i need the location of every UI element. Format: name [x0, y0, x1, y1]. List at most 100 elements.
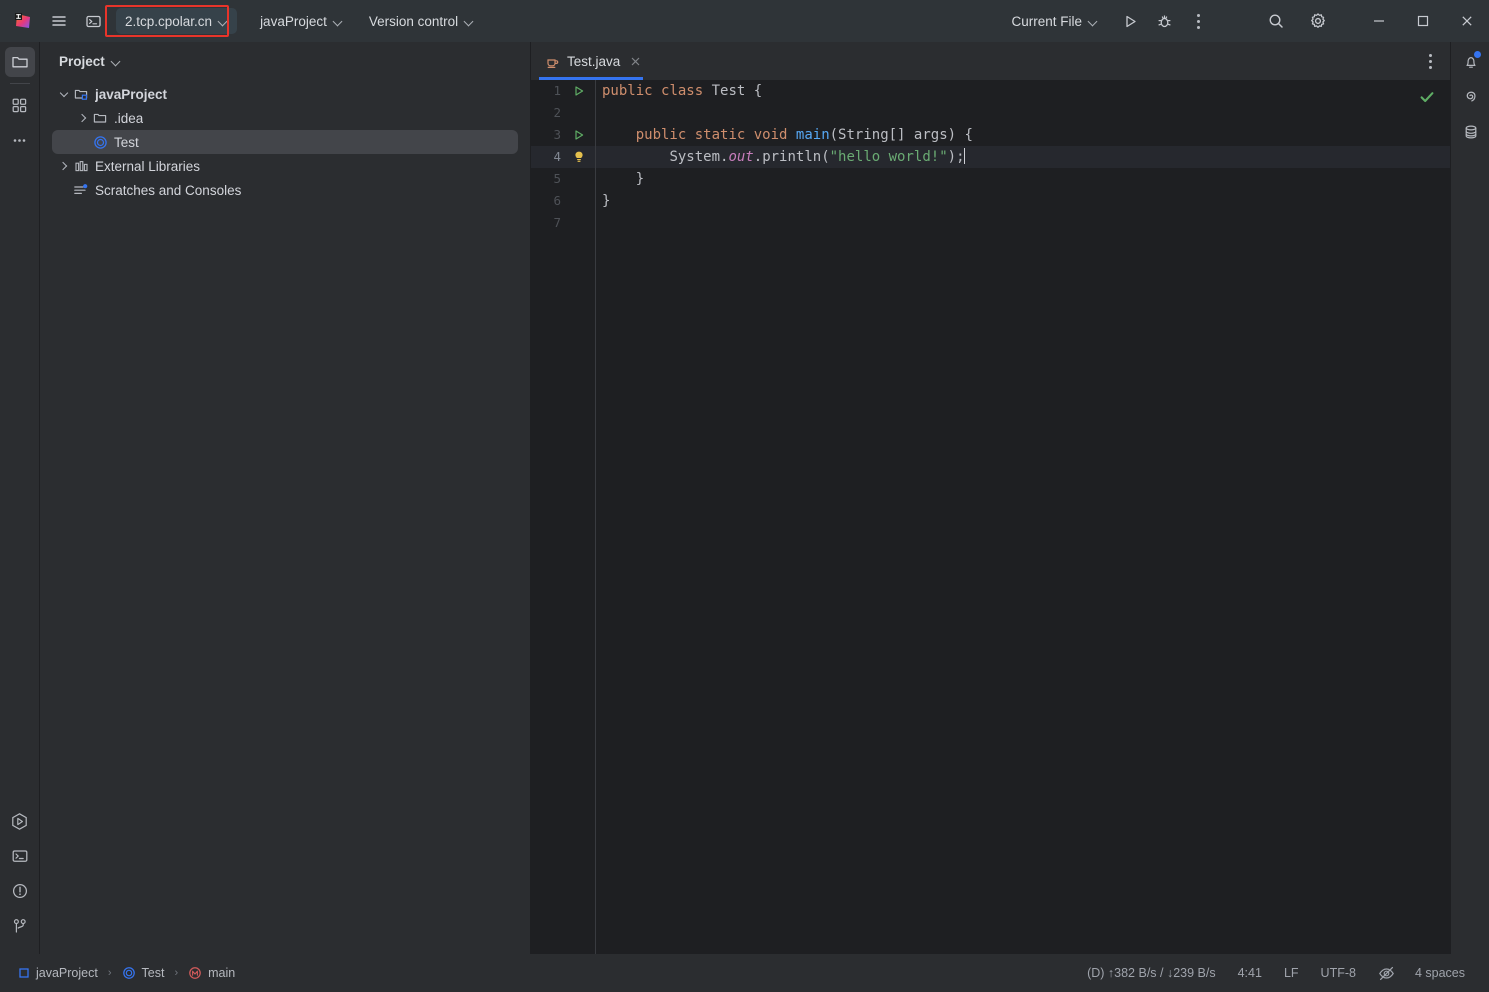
- network-speed-indicator[interactable]: (D) ↑382 B/s / ↓239 B/s: [1079, 963, 1224, 983]
- line-number: 4: [539, 146, 561, 168]
- more-vertical-icon[interactable]: [1418, 49, 1442, 73]
- left-tool-stripe: [0, 42, 40, 954]
- host-chip[interactable]: 2.tcp.cpolar.cn: [116, 8, 237, 34]
- run-gutter-icon[interactable]: [569, 124, 589, 146]
- line-separator[interactable]: LF: [1276, 963, 1307, 983]
- dot: .: [754, 149, 762, 165]
- hamburger-menu-icon[interactable]: [42, 6, 76, 36]
- project-chip-label: javaProject: [260, 14, 327, 29]
- run-configuration-selector[interactable]: Current File: [1002, 8, 1107, 34]
- gutter-line-1: 1: [531, 80, 595, 102]
- string-literal: "hello world!": [830, 149, 948, 165]
- file-encoding[interactable]: UTF-8: [1313, 963, 1364, 983]
- project-view-selector[interactable]: Project: [54, 50, 126, 72]
- call-println: println(: [762, 149, 829, 165]
- sidebar-item-ai-assistant[interactable]: [1456, 82, 1486, 112]
- reader-mode-off-icon[interactable]: [1372, 962, 1401, 985]
- tree-node-javaproject[interactable]: javaProject: [52, 82, 518, 106]
- run-play-icon[interactable]: [1113, 6, 1147, 36]
- libraries-icon: [72, 158, 90, 174]
- caret-position[interactable]: 4:41: [1230, 963, 1270, 983]
- left-stripe-bottom-group: [0, 801, 39, 946]
- project-chip[interactable]: javaProject: [251, 8, 352, 34]
- tree-node-label: Scratches and Consoles: [95, 183, 241, 198]
- tree-node-label: javaProject: [95, 87, 167, 102]
- indent-setting[interactable]: 4 spaces: [1407, 963, 1473, 983]
- chevron-right-icon[interactable]: [75, 110, 91, 126]
- sidebar-item-database[interactable]: [1456, 117, 1486, 147]
- code-line-2: [596, 102, 1450, 124]
- chevron-down-icon: [465, 17, 474, 26]
- tree-node-label: Test: [114, 135, 139, 150]
- tree-node-test[interactable]: Test: [52, 130, 518, 154]
- close-icon[interactable]: [627, 53, 643, 69]
- search-icon[interactable]: [1259, 6, 1293, 36]
- breadcrumb-item-main[interactable]: main: [184, 964, 239, 982]
- keyword-class: class: [661, 83, 703, 99]
- title-bar-left: 2.tcp.cpolar.cn javaProject Version cont…: [8, 6, 483, 36]
- title-bar: 2.tcp.cpolar.cn javaProject Version cont…: [0, 0, 1489, 42]
- right-tool-stripe: [1450, 42, 1489, 954]
- sidebar-item-terminal[interactable]: [5, 841, 35, 871]
- code-editor[interactable]: 1 2 3 4: [531, 80, 1450, 954]
- editor-tab-actions: [1418, 42, 1450, 80]
- chevron-right-icon[interactable]: [56, 158, 72, 174]
- editor-text[interactable]: public class Test { public static void m…: [596, 80, 1450, 954]
- sidebar-item-problems[interactable]: [5, 876, 35, 906]
- tree-node-idea[interactable]: .idea: [52, 106, 518, 130]
- keyword-void: void: [754, 127, 788, 143]
- debug-bug-icon[interactable]: [1147, 6, 1181, 36]
- editor-gutter[interactable]: 1 2 3 4: [531, 80, 596, 954]
- left-stripe-top-group: [0, 42, 39, 160]
- notification-badge: [1473, 50, 1482, 59]
- breadcrumb-item-javaproject[interactable]: javaProject: [14, 964, 102, 982]
- terminal-icon[interactable]: [76, 6, 110, 36]
- code-line-6: }: [596, 190, 1450, 212]
- sidebar-item-commit[interactable]: [5, 90, 35, 120]
- chevron-down-icon[interactable]: [56, 86, 72, 102]
- version-control-chip[interactable]: Version control: [360, 8, 483, 34]
- brace: {: [754, 83, 762, 99]
- text-caret: [964, 148, 965, 164]
- breadcrumb-label: Test: [142, 966, 165, 980]
- run-gutter-icon[interactable]: [569, 80, 589, 102]
- version-control-label: Version control: [369, 14, 458, 29]
- editor-tab-test-java[interactable]: Test.java: [531, 42, 651, 80]
- module-folder-icon: [72, 86, 90, 102]
- more-dots: [1197, 14, 1200, 29]
- gear-icon[interactable]: [1301, 6, 1335, 36]
- gutter-line-4: 4: [531, 146, 595, 168]
- chevron-down-icon: [112, 57, 121, 66]
- sidebar-item-notifications[interactable]: [1456, 47, 1486, 77]
- sidebar-item-more-tool-windows[interactable]: [5, 125, 35, 155]
- line-number: 5: [539, 168, 561, 190]
- tree-node-external-libraries[interactable]: External Libraries: [52, 154, 518, 178]
- sidebar-item-project[interactable]: [5, 47, 35, 77]
- maximize-icon[interactable]: [1401, 0, 1445, 42]
- sidebar-item-run[interactable]: [5, 806, 35, 836]
- keyword-public: public: [602, 83, 653, 99]
- statement-tail: );: [948, 149, 965, 165]
- stripe-divider: [10, 83, 30, 84]
- sidebar-item-version-control[interactable]: [5, 911, 35, 941]
- object-system: System: [669, 149, 720, 165]
- lightbulb-icon[interactable]: [569, 146, 589, 168]
- brace: }: [636, 171, 644, 187]
- problems-warning-icon: [11, 882, 29, 900]
- brace: {: [965, 127, 973, 143]
- project-tree: javaProject .idea: [40, 80, 530, 202]
- code-line-7: [596, 212, 1450, 234]
- close-icon[interactable]: [1445, 0, 1489, 42]
- minimize-icon[interactable]: [1357, 0, 1401, 42]
- checkmark-ok-icon[interactable]: [1418, 88, 1436, 106]
- status-bar: javaProject › Test ›: [0, 954, 1489, 992]
- editor-tab-label: Test.java: [567, 54, 620, 69]
- gutter-line-7: 7: [531, 212, 595, 234]
- tree-node-scratches-and-consoles[interactable]: Scratches and Consoles: [52, 178, 518, 202]
- line-number: 7: [539, 212, 561, 234]
- brace: }: [602, 193, 610, 209]
- class-name: Test: [712, 83, 746, 99]
- breadcrumb-item-test[interactable]: Test: [118, 964, 169, 982]
- more-vertical-icon[interactable]: [1181, 6, 1215, 36]
- method-params: (String[] args): [830, 127, 956, 143]
